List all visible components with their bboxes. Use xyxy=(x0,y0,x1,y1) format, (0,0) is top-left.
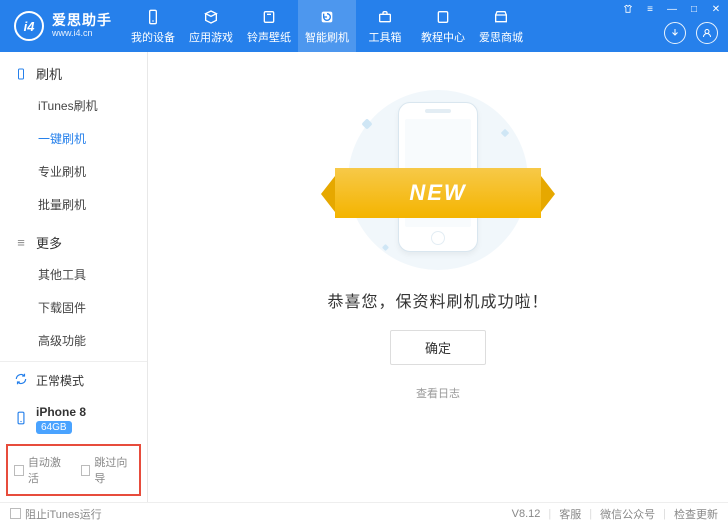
device-capacity-badge: 64GB xyxy=(36,421,72,434)
checkbox-block-itunes[interactable]: 阻止iTunes运行 xyxy=(10,506,102,522)
sync-icon xyxy=(14,372,28,389)
device-phone-icon xyxy=(14,409,28,430)
minimize-icon[interactable]: — xyxy=(664,2,680,16)
nav-flash[interactable]: 智能刷机 xyxy=(298,0,356,52)
section-title: 刷机 xyxy=(36,64,62,83)
sidebar-item-itunes-flash[interactable]: iTunes刷机 xyxy=(0,89,147,122)
highlighted-checkbox-group: 自动激活 跳过向导 xyxy=(6,444,141,496)
book-icon xyxy=(434,8,452,26)
maximize-icon[interactable]: □ xyxy=(686,2,702,16)
nav-apps[interactable]: 应用游戏 xyxy=(182,0,240,52)
nav-label: 应用游戏 xyxy=(189,29,233,45)
logo-icon: i4 xyxy=(14,11,44,41)
nav-label: 爱思商城 xyxy=(479,29,523,45)
nav-label: 铃声壁纸 xyxy=(247,29,291,45)
sidebar-item-download-firmware[interactable]: 下载固件 xyxy=(0,291,147,324)
nav-label: 教程中心 xyxy=(421,29,465,45)
success-illustration: NEW xyxy=(323,90,553,270)
main-content: NEW 恭喜您，保资料刷机成功啦！ 确定 查看日志 xyxy=(148,52,728,502)
status-bar: 阻止iTunes运行 V8.12 | 客服 | 微信公众号 | 检查更新 xyxy=(0,502,728,524)
support-link[interactable]: 客服 xyxy=(559,506,581,522)
logo: i4 爱思助手 www.i4.cn xyxy=(0,11,124,41)
checkbox-auto-activate[interactable]: 自动激活 xyxy=(14,454,67,486)
sidebar-section-more: ≡ 更多 xyxy=(0,221,147,258)
sidebar-item-pro-flash[interactable]: 专业刷机 xyxy=(0,155,147,188)
success-message: 恭喜您，保资料刷机成功啦！ xyxy=(327,288,548,312)
download-button[interactable] xyxy=(664,22,686,44)
view-log-link[interactable]: 查看日志 xyxy=(416,385,460,401)
checkbox-icon xyxy=(10,508,21,519)
check-update-link[interactable]: 检查更新 xyxy=(674,506,718,522)
user-button[interactable] xyxy=(696,22,718,44)
nav-ringtones[interactable]: 铃声壁纸 xyxy=(240,0,298,52)
menu-icon[interactable]: ≡ xyxy=(642,2,658,16)
version-label: V8.12 xyxy=(512,508,541,520)
refresh-icon xyxy=(318,8,336,26)
phone-icon xyxy=(144,8,162,26)
checkbox-icon xyxy=(81,465,91,476)
checkbox-label: 阻止iTunes运行 xyxy=(25,506,102,522)
device-mode-status[interactable]: 正常模式 xyxy=(0,362,147,399)
store-icon xyxy=(492,8,510,26)
tshirt-icon[interactable] xyxy=(620,2,636,16)
logo-text: 爱思助手 www.i4.cn xyxy=(52,13,112,38)
checkbox-icon xyxy=(14,465,24,476)
nav-store[interactable]: 爱思商城 xyxy=(472,0,530,52)
sidebar-item-batch-flash[interactable]: 批量刷机 xyxy=(0,188,147,221)
nav-label: 智能刷机 xyxy=(305,29,349,45)
header-right xyxy=(664,22,718,44)
section-title: 更多 xyxy=(36,233,62,252)
toolbox-icon xyxy=(376,8,394,26)
app-title: 爱思助手 xyxy=(52,13,112,28)
list-icon: ≡ xyxy=(14,235,28,250)
window-controls: ≡ — □ ✕ xyxy=(620,2,724,16)
phone-outline-icon xyxy=(14,67,28,81)
main-nav: 我的设备 应用游戏 铃声壁纸 智能刷机 工具箱 教程中心 爱思商城 xyxy=(124,0,530,52)
checkbox-skip-wizard[interactable]: 跳过向导 xyxy=(81,454,134,486)
nav-my-device[interactable]: 我的设备 xyxy=(124,0,182,52)
checkbox-label: 跳过向导 xyxy=(94,454,133,486)
nav-label: 我的设备 xyxy=(131,29,175,45)
nav-label: 工具箱 xyxy=(369,29,402,45)
close-icon[interactable]: ✕ xyxy=(708,2,724,16)
device-info[interactable]: iPhone 8 64GB xyxy=(0,399,147,444)
nav-toolbox[interactable]: 工具箱 xyxy=(356,0,414,52)
sidebar-item-other-tools[interactable]: 其他工具 xyxy=(0,258,147,291)
sidebar: 刷机 iTunes刷机 一键刷机 专业刷机 批量刷机 ≡ 更多 其他工具 下载固… xyxy=(0,52,148,502)
status-label: 正常模式 xyxy=(36,372,84,389)
sidebar-section-flash: 刷机 xyxy=(0,52,147,89)
apps-icon xyxy=(202,8,220,26)
wechat-link[interactable]: 微信公众号 xyxy=(600,506,655,522)
sidebar-item-oneclick-flash[interactable]: 一键刷机 xyxy=(0,122,147,155)
app-subtitle: www.i4.cn xyxy=(52,29,112,39)
device-name: iPhone 8 xyxy=(36,405,86,419)
app-header: i4 爱思助手 www.i4.cn 我的设备 应用游戏 铃声壁纸 智能刷机 工具… xyxy=(0,0,728,52)
music-icon xyxy=(260,8,278,26)
new-ribbon: NEW xyxy=(335,168,541,218)
nav-tutorials[interactable]: 教程中心 xyxy=(414,0,472,52)
checkbox-label: 自动激活 xyxy=(28,454,67,486)
ok-button[interactable]: 确定 xyxy=(390,330,486,365)
sidebar-item-advanced[interactable]: 高级功能 xyxy=(0,324,147,357)
